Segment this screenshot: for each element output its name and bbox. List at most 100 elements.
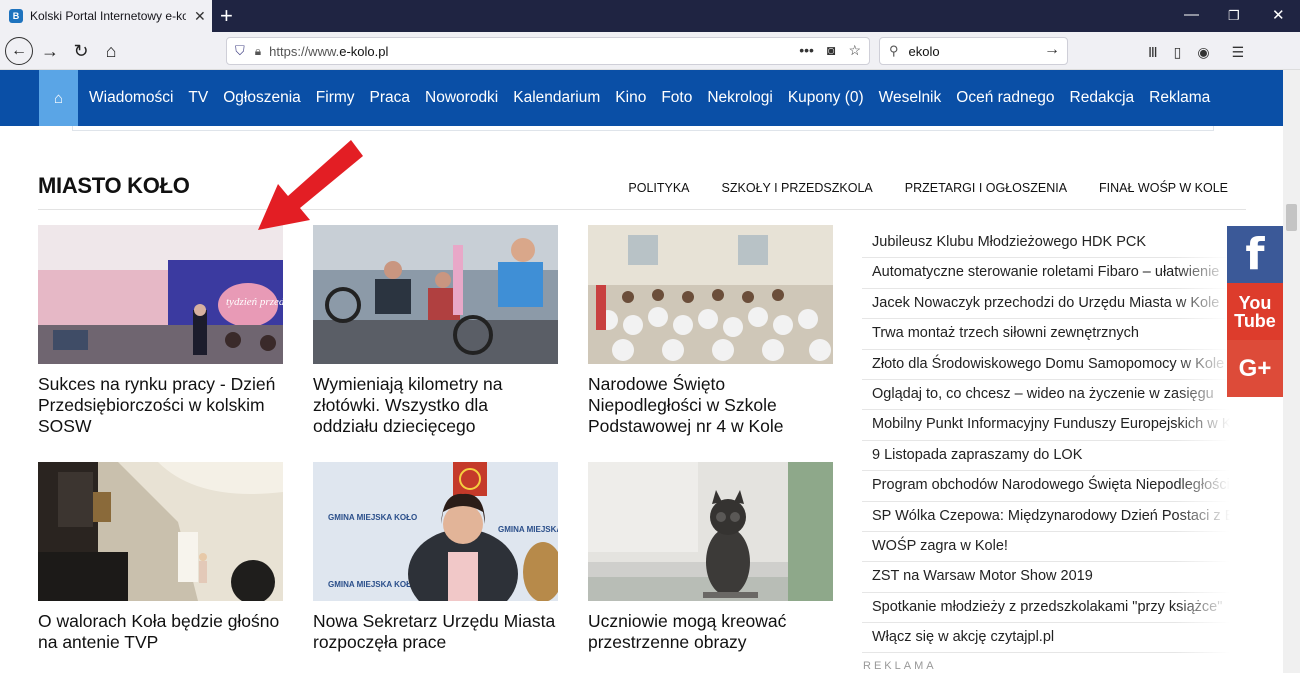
- tab-title: Kolski Portal Internetowy e-kolo.pl: [30, 9, 186, 23]
- browser-tab[interactable]: B Kolski Portal Internetowy e-kolo.pl ✕: [0, 0, 212, 32]
- lock-icon[interactable]: 🔒︎: [255, 44, 261, 59]
- article-card[interactable]: Wymieniają kilometry na złotówki. Wszyst…: [313, 225, 558, 437]
- subnav-przetargi[interactable]: PRZETARGI I OGŁOSZENIA: [905, 181, 1067, 195]
- banner-text: GMINA MIEJSKA KOŁO: [498, 525, 558, 534]
- menu-item-wiadomosci[interactable]: Wiadomości: [89, 89, 173, 107]
- menu-item-kupony[interactable]: Kupony (0): [788, 89, 864, 107]
- menu-item-ocen-radnego[interactable]: Oceń radnego: [956, 89, 1054, 107]
- article-card[interactable]: O walorach Koła będzie głośno na antenie…: [38, 462, 283, 653]
- article-image[interactable]: [38, 462, 283, 601]
- banner-text: GMINA MIEJSKA KOŁO: [328, 513, 417, 522]
- article-card[interactable]: Narodowe Święto Niepodległości w Szkole …: [588, 225, 833, 437]
- minimize-icon[interactable]: —: [1184, 6, 1199, 23]
- article-title[interactable]: Narodowe Święto Niepodległości w Szkole …: [588, 374, 833, 437]
- list-item[interactable]: Automatyczne sterowanie roletami Fibaro …: [862, 258, 1230, 289]
- close-window-icon[interactable]: ✕: [1272, 6, 1285, 24]
- scrollbar-thumb[interactable]: [1286, 204, 1297, 231]
- bookmark-star-icon[interactable]: ☆: [848, 42, 861, 59]
- list-item[interactable]: WOŚP zagra w Kole!: [862, 532, 1230, 563]
- youtube-tube: Tube: [1234, 310, 1276, 331]
- menu-underline-divider: [72, 126, 1214, 131]
- forward-icon[interactable]: →: [36, 37, 64, 65]
- list-item[interactable]: Złoto dla Środowiskowego Domu Samopomocy…: [862, 350, 1230, 380]
- list-item[interactable]: Jubileusz Klubu Młodzieżowego HDK PCK: [862, 228, 1230, 259]
- banner-text: tydzień przedsi: [226, 296, 283, 308]
- home-icon[interactable]: ⌂: [97, 37, 125, 65]
- search-bar[interactable]: ⚲ ekolo →: [879, 37, 1068, 65]
- menu-item-weselnik[interactable]: Weselnik: [879, 89, 942, 107]
- youtube-icon[interactable]: You Tube: [1227, 283, 1283, 340]
- menu-item-foto[interactable]: Foto: [661, 89, 692, 107]
- pocket-icon[interactable]: ◙: [827, 42, 835, 59]
- article-image[interactable]: [588, 462, 833, 601]
- url-bar[interactable]: ⛉ 🔒︎ https://www.e-kolo.pl ••• ◙ ☆: [226, 37, 870, 65]
- menu-item-nekrologi[interactable]: Nekrologi: [707, 89, 772, 107]
- browser-navbar: ← → ↻ ⌂ ⛉ 🔒︎ https://www.e-kolo.pl ••• ◙…: [0, 32, 1300, 70]
- list-item[interactable]: Trwa montaż trzech siłowni zewnętrznych: [862, 319, 1230, 350]
- section-divider: [38, 209, 1246, 210]
- article-image[interactable]: tydzień przedsi: [38, 225, 283, 364]
- url-prefix: https://www.: [269, 43, 340, 59]
- list-item[interactable]: Jacek Nowaczyk przechodzi do Urzędu Mias…: [862, 289, 1230, 320]
- article-card[interactable]: GMINA MIEJSKA KOŁO GMINA MIEJSKA KOŁO GM…: [313, 462, 558, 653]
- facebook-icon[interactable]: f: [1227, 226, 1283, 283]
- google-plus-icon[interactable]: G+: [1227, 340, 1283, 397]
- new-tab-icon[interactable]: +: [220, 3, 233, 29]
- section-subnav: POLITYKA SZKOŁY I PRZEDSZKOLA PRZETARGI …: [628, 181, 1228, 195]
- sidebar-icon[interactable]: ▯: [1174, 44, 1182, 61]
- article-title[interactable]: Nowa Sekretarz Urzędu Miasta rozpoczęła …: [313, 611, 558, 653]
- list-item[interactable]: Program obchodów Narodowego Święta Niepo…: [862, 471, 1230, 502]
- article-image[interactable]: GMINA MIEJSKA KOŁO GMINA MIEJSKA KOŁO GM…: [313, 462, 558, 601]
- article-image[interactable]: [313, 225, 558, 364]
- list-item[interactable]: ZST na Warsaw Motor Show 2019: [862, 562, 1230, 593]
- article-card[interactable]: Uczniowie mogą kreować przestrzenne obra…: [588, 462, 833, 653]
- article-card[interactable]: tydzień przedsi Sukces na rynku pracy - …: [38, 225, 283, 437]
- account-icon[interactable]: ◉: [1197, 44, 1209, 61]
- article-title[interactable]: Wymieniają kilometry na złotówki. Wszyst…: [313, 374, 558, 437]
- shield-icon[interactable]: ⛉: [235, 43, 245, 59]
- menu-items: Wiadomości TV Ogłoszenia Firmy Praca Now…: [89, 70, 1210, 126]
- url-domain: e-kolo.pl: [339, 43, 389, 59]
- menu-item-firmy[interactable]: Firmy: [316, 89, 355, 107]
- menu-icon[interactable]: ☰: [1232, 44, 1245, 61]
- page-scrollbar[interactable]: [1283, 70, 1300, 673]
- menu-item-ogloszenia[interactable]: Ogłoszenia: [223, 89, 301, 107]
- close-tab-icon[interactable]: ✕: [194, 8, 206, 25]
- search-query[interactable]: ekolo: [909, 44, 940, 59]
- list-item[interactable]: Oglądaj to, co chcesz – wideo na życzeni…: [862, 380, 1230, 411]
- menu-item-tv[interactable]: TV: [188, 89, 208, 107]
- list-item[interactable]: SP Wólka Czepowa: Międzynarodowy Dzień P…: [862, 502, 1230, 532]
- page-actions-icon[interactable]: •••: [799, 42, 814, 59]
- headline-list: Jubileusz Klubu Młodzieżowego HDK PCK Au…: [862, 228, 1230, 654]
- section-title: MIASTO KOŁO: [38, 173, 190, 198]
- list-item[interactable]: 9 Listopada zapraszamy do LOK: [862, 441, 1230, 472]
- search-icon: ⚲: [889, 43, 899, 58]
- subnav-polityka[interactable]: POLITYKA: [628, 181, 689, 195]
- article-title[interactable]: O walorach Koła będzie głośno na antenie…: [38, 611, 283, 653]
- menu-item-kalendarium[interactable]: Kalendarium: [513, 89, 600, 107]
- list-item[interactable]: Włącz się w akcję czytajpl.pl: [862, 623, 1230, 654]
- favicon-icon: B: [9, 9, 23, 23]
- site-main-menu: ⌂ Wiadomości TV Ogłoszenia Firmy Praca N…: [0, 70, 1283, 126]
- article-title[interactable]: Uczniowie mogą kreować przestrzenne obra…: [588, 611, 833, 653]
- back-icon[interactable]: ←: [5, 37, 33, 65]
- menu-item-noworodki[interactable]: Noworodki: [425, 89, 498, 107]
- menu-item-kino[interactable]: Kino: [615, 89, 646, 107]
- article-image[interactable]: [588, 225, 833, 364]
- library-icon[interactable]: Ⅲ: [1148, 44, 1158, 61]
- subnav-final-wosp[interactable]: FINAŁ WOŚP W KOLE: [1099, 181, 1228, 195]
- search-go-icon[interactable]: →: [1044, 41, 1060, 59]
- subnav-szkoly[interactable]: SZKOŁY I PRZEDSZKOLA: [722, 181, 873, 195]
- maximize-icon[interactable]: ❐: [1228, 8, 1240, 24]
- home-menu-icon[interactable]: ⌂: [39, 70, 78, 126]
- list-item[interactable]: Mobilny Punkt Informacyjny Funduszy Euro…: [862, 410, 1230, 441]
- article-title[interactable]: Sukces na rynku pracy - Dzień Przedsiębi…: [38, 374, 283, 437]
- list-item[interactable]: Spotkanie młodzieży z przedszkolakami "p…: [862, 593, 1230, 624]
- url-text[interactable]: https://www.e-kolo.pl: [269, 44, 388, 59]
- menu-item-reklama[interactable]: Reklama: [1149, 89, 1210, 107]
- browser-titlebar: B Kolski Portal Internetowy e-kolo.pl ✕ …: [0, 0, 1300, 32]
- menu-item-redakcja[interactable]: Redakcja: [1070, 89, 1135, 107]
- reload-icon[interactable]: ↻: [67, 37, 95, 65]
- youtube-you: You: [1238, 292, 1272, 313]
- menu-item-praca[interactable]: Praca: [370, 89, 411, 107]
